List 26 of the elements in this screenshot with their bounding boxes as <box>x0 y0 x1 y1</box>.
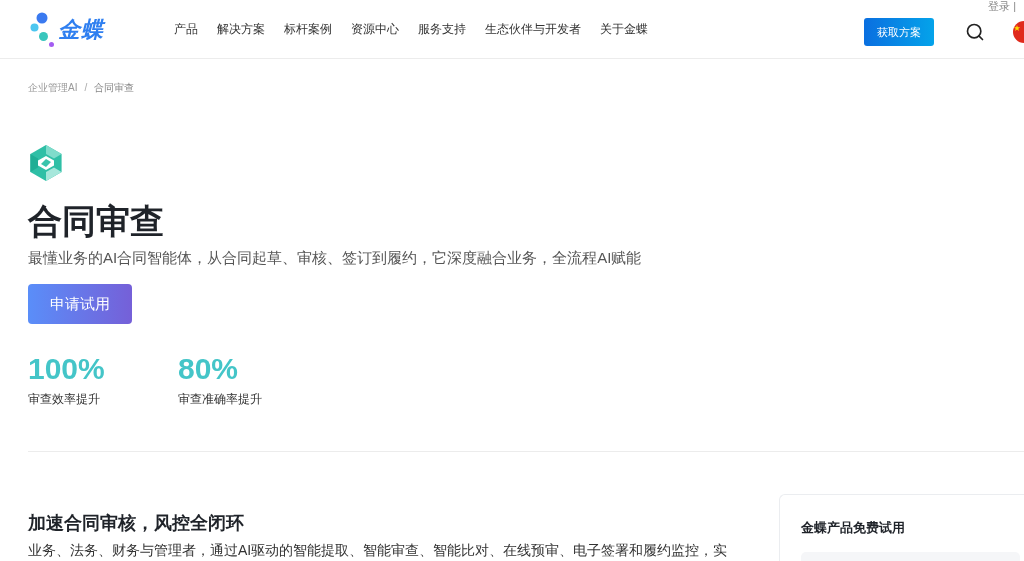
search-icon[interactable] <box>965 22 985 42</box>
stat-label: 审查效率提升 <box>28 391 100 407</box>
get-solution-button[interactable]: 获取方案 <box>864 18 934 46</box>
flag-icon[interactable] <box>1012 21 1024 43</box>
apply-trial-button[interactable]: 申请试用 <box>28 284 132 324</box>
nav-link[interactable]: 资源中心 <box>351 21 399 37</box>
stat-value: 100% <box>28 351 105 387</box>
stat-value: 80% <box>178 351 239 387</box>
nav-link[interactable]: 关于金蝶 <box>600 21 648 37</box>
breadcrumb-separator: / <box>84 81 88 95</box>
login-link[interactable]: 登录 | <box>988 0 1024 12</box>
nav-link[interactable]: 产品 <box>174 21 198 37</box>
page-title: 合同审查 <box>28 201 164 241</box>
page-subtitle: 最懂业务的AI合同智能体，从合同起草、审核、签订到履约，它深度融合业务，全流程AI赋能 <box>28 248 642 268</box>
nav-link[interactable]: 生态伙伴与开发者 <box>485 21 581 37</box>
hexagon-icon <box>28 145 64 181</box>
section-text: 业务、法务、财务与管理者，通过AI驱动的智能提取、智能审查、智能比对、在线预审、电子签署和履约监控，实 <box>28 541 728 560</box>
nav-link[interactable]: 服务支持 <box>418 21 466 37</box>
section-heading: 加速合同审核，风控全闭环 <box>28 512 244 535</box>
logo-dots-icon <box>30 12 56 48</box>
stat-label: 审查准确率提升 <box>178 391 262 407</box>
logo-text[interactable]: 金蝶 <box>58 17 104 43</box>
breadcrumb-link[interactable]: 合同审查 <box>94 81 135 95</box>
nav-link[interactable]: 标杆案例 <box>284 21 332 37</box>
nav-link[interactable]: 解决方案 <box>217 21 265 37</box>
card-title: 金蝶产品免费试用 <box>801 519 906 537</box>
